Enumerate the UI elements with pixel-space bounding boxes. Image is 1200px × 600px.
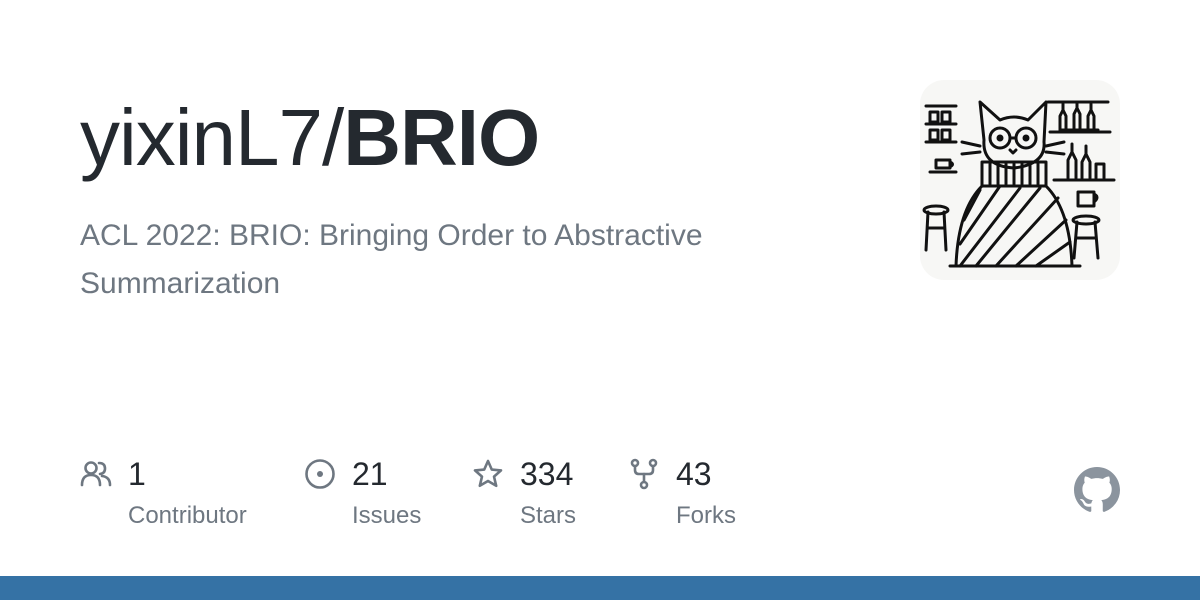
issues-count: 21 bbox=[352, 456, 388, 492]
stars-count: 334 bbox=[520, 456, 574, 492]
repo-owner[interactable]: yixinL7/ bbox=[80, 93, 344, 182]
owner-avatar[interactable] bbox=[920, 80, 1120, 280]
cat-cafe-avatar-icon bbox=[922, 100, 1116, 268]
language-bar bbox=[0, 576, 1200, 600]
star-icon bbox=[473, 459, 503, 488]
contributors-label: Contributor bbox=[128, 502, 247, 529]
repo-description: ACL 2022: BRIO: Bringing Order to Abstra… bbox=[80, 219, 703, 300]
contributors-count: 1 bbox=[128, 456, 146, 492]
github-mark-icon[interactable] bbox=[1074, 467, 1120, 513]
repo-forked-icon bbox=[630, 458, 658, 490]
repo-name[interactable]: BRIO bbox=[343, 93, 540, 182]
issue-opened-icon bbox=[305, 459, 335, 489]
stars-label: Stars bbox=[520, 502, 577, 529]
forks-label: Forks bbox=[676, 502, 736, 529]
issues-label: Issues bbox=[352, 502, 422, 529]
repo-title[interactable]: yixinL7/BRIO bbox=[80, 88, 540, 188]
people-icon bbox=[80, 461, 112, 487]
forks-count: 43 bbox=[676, 456, 712, 492]
